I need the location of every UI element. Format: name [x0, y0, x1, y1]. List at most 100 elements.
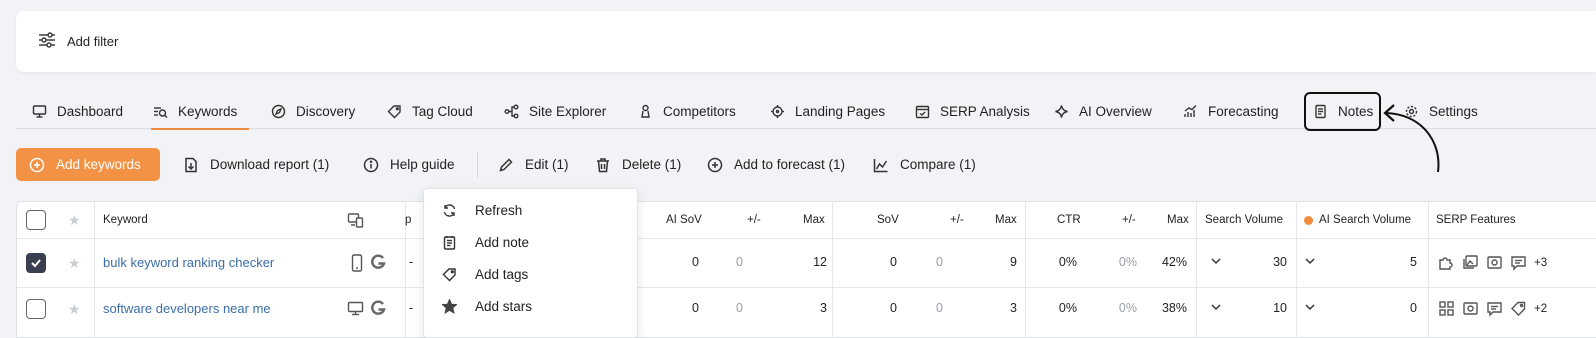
tab-landing-pages[interactable]: Landing Pages — [770, 93, 885, 129]
monitor-icon — [32, 104, 47, 118]
tab-competitors[interactable]: Competitors — [638, 93, 736, 129]
serp-features-cell[interactable]: +2 — [1438, 300, 1547, 317]
ctr-value: 0% — [1058, 301, 1077, 315]
sparkle-icon — [1055, 104, 1068, 118]
header-p[interactable]: p — [405, 214, 411, 226]
calendar-check-icon — [915, 105, 930, 118]
add-keywords-button[interactable]: Add keywords — [16, 148, 160, 181]
ai-search-volume-expand-icon[interactable] — [1304, 255, 1316, 267]
tag-icon — [387, 104, 401, 118]
edit-button[interactable]: Edit (1) — [498, 148, 569, 181]
ai-search-volume-expand-icon[interactable] — [1304, 301, 1316, 313]
header-ai-sov-max[interactable]: Max — [803, 214, 825, 226]
row-checkbox[interactable] — [26, 253, 46, 273]
tab-label: Site Explorer — [529, 103, 607, 119]
tag-icon — [1511, 301, 1526, 316]
compare-button[interactable]: Compare (1) — [873, 148, 976, 181]
tab-label: Tag Cloud — [412, 103, 473, 119]
tab-forecasting[interactable]: Forecasting — [1183, 93, 1279, 129]
info-icon — [363, 157, 379, 172]
ctr-change: 0% — [1118, 255, 1137, 269]
keyword-link[interactable]: software developers near me — [103, 301, 271, 316]
tag-icon — [442, 267, 456, 281]
header-sov-change[interactable]: +/- — [950, 214, 964, 226]
col-divider — [1196, 202, 1197, 337]
add-to-forecast-button[interactable]: Add to forecast (1) — [707, 148, 845, 181]
sov-change: 0 — [936, 255, 943, 269]
tab-tag-cloud[interactable]: Tag Cloud — [387, 93, 473, 129]
tab-serp-analysis[interactable]: SERP Analysis — [915, 93, 1030, 129]
tab-label: Landing Pages — [795, 103, 886, 119]
ai-search-volume-value: 5 — [1410, 255, 1417, 269]
help-guide-button[interactable]: Help guide — [363, 148, 455, 181]
serp-features-cell[interactable]: +3 — [1438, 254, 1547, 271]
row-divider — [17, 287, 1596, 288]
compare-chart-icon — [873, 158, 888, 172]
row-checkbox[interactable] — [26, 299, 46, 319]
filter-bar: Add filter — [16, 11, 1596, 72]
header-search-volume[interactable]: Search Volume — [1205, 214, 1283, 226]
tab-dashboard[interactable]: Dashboard — [32, 93, 123, 129]
delete-button[interactable]: Delete (1) — [595, 148, 681, 181]
tab-label: Forecasting — [1208, 103, 1279, 119]
competitor-icon — [641, 104, 650, 118]
comment-icon — [1511, 256, 1526, 271]
header-serp-features[interactable]: SERP Features — [1436, 214, 1516, 226]
ctr-max: 38% — [1161, 301, 1187, 315]
ctr-max: 42% — [1161, 255, 1187, 269]
header-ai-sov[interactable]: AI SoV — [666, 214, 702, 226]
keywords-table: ★ Keyword p AI SoV +/- Max SoV +/- Max C… — [16, 201, 1596, 338]
tab-keywords[interactable]: Keywords — [150, 93, 250, 130]
header-keyword[interactable]: Keyword — [103, 214, 148, 226]
search-volume-value: 30 — [1273, 255, 1287, 269]
select-all-checkbox[interactable] — [26, 210, 46, 230]
header-ai-search-volume[interactable]: AI Search Volume — [1304, 214, 1411, 226]
tab-ai-overview[interactable]: AI Overview — [1054, 93, 1152, 129]
ai-sov-change: 0 — [736, 301, 743, 315]
trend-chart-icon — [1184, 104, 1197, 117]
sov-max: 9 — [1010, 255, 1017, 269]
keyword-toolbar: Add keywords Download report (1) Help gu… — [16, 148, 1596, 181]
ai-sov-max: 12 — [813, 255, 827, 269]
download-report-label: Download report (1) — [210, 157, 330, 172]
add-filter-button[interactable]: Add filter — [67, 34, 118, 49]
tab-discovery[interactable]: Discovery — [271, 93, 355, 129]
sov-change: 0 — [936, 301, 943, 315]
ai-search-volume-value: 0 — [1410, 301, 1417, 315]
row-star-icon[interactable]: ★ — [68, 255, 81, 272]
grid-icon — [1439, 301, 1454, 316]
delete-label: Delete (1) — [622, 157, 682, 172]
header-sov[interactable]: SoV — [877, 214, 899, 226]
help-guide-label: Help guide — [390, 157, 455, 172]
header-ctr-change[interactable]: +/- — [1122, 214, 1136, 226]
header-ai-sov-change[interactable]: +/- — [747, 214, 761, 226]
header-sov-max[interactable]: Max — [995, 214, 1017, 226]
menu-item-add-stars[interactable]: Add stars — [424, 290, 637, 322]
notes-highlight-box — [1304, 92, 1381, 131]
download-report-button[interactable]: Download report (1) — [183, 148, 329, 181]
refresh-icon — [443, 203, 456, 217]
ai-sov-value: 0 — [692, 301, 699, 315]
comment-icon — [1487, 302, 1502, 317]
star-header-icon[interactable]: ★ — [68, 212, 81, 229]
keyword-search-icon — [154, 106, 168, 118]
compass-icon — [271, 104, 286, 118]
keyword-link[interactable]: bulk keyword ranking checker — [103, 255, 274, 270]
ai-sov-max: 3 — [820, 301, 827, 315]
menu-item-add-note[interactable]: Add note — [424, 226, 637, 258]
tab-site-explorer[interactable]: Site Explorer — [504, 93, 606, 129]
menu-item-label: Refresh — [475, 202, 523, 218]
row-star-icon[interactable]: ★ — [68, 301, 81, 318]
search-volume-expand-icon[interactable] — [1210, 255, 1222, 267]
google-icon — [369, 299, 387, 317]
header-ctr[interactable]: CTR — [1057, 214, 1081, 226]
filter-sliders-icon[interactable] — [38, 31, 56, 52]
menu-item-refresh[interactable]: Refresh — [424, 194, 637, 226]
main-tabs: Dashboard Keywords Discovery Tag Cloud S… — [16, 92, 1596, 131]
header-ctr-max[interactable]: Max — [1167, 214, 1189, 226]
tab-label: Dashboard — [57, 103, 124, 119]
menu-item-add-tags[interactable]: Add tags — [424, 258, 637, 290]
search-volume-expand-icon[interactable] — [1210, 301, 1222, 313]
device-icon — [347, 212, 364, 229]
edit-label: Edit (1) — [525, 157, 569, 172]
